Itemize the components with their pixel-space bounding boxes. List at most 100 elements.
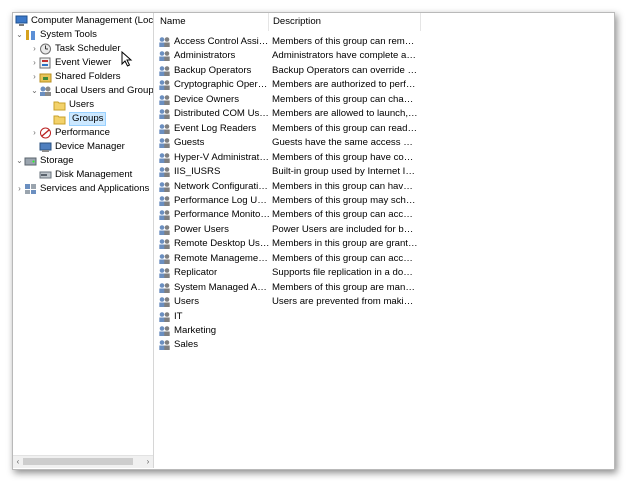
list-item[interactable]: Administrators Administrators have comple… bbox=[158, 49, 418, 63]
group-name: Device Owners bbox=[174, 93, 240, 105]
group-name: Access Control Assistance Operators bbox=[174, 36, 270, 47]
group-name-cell: Network Configuration Operators bbox=[158, 180, 270, 194]
tree-item-performance[interactable]: › Performance bbox=[30, 126, 110, 140]
group-name: Hyper-V Administrators bbox=[174, 151, 270, 163]
group-name: Performance Monitor Users bbox=[174, 209, 270, 221]
tree-item-groups[interactable]: Groups bbox=[53, 112, 107, 126]
computer-management-window: Computer Management (Local) ⌄ System Too… bbox=[12, 12, 615, 470]
chevron-right-icon[interactable]: › bbox=[30, 56, 39, 70]
group-icon bbox=[159, 196, 170, 206]
tools-icon bbox=[26, 30, 35, 40]
group-icon bbox=[159, 210, 170, 221]
mouse-cursor-icon bbox=[121, 51, 133, 67]
list-item[interactable]: Backup Operators Backup Operators can ove… bbox=[158, 64, 418, 78]
list-item[interactable]: System Managed Accounts GroupMembers of … bbox=[158, 281, 418, 295]
list-item[interactable]: Sales bbox=[158, 338, 418, 352]
group-name-cell: Hyper-V Administrators bbox=[158, 151, 270, 165]
list-item[interactable]: Replicator Supports file replication in a… bbox=[158, 266, 418, 280]
tree-label-disk-management: Disk Management bbox=[55, 169, 133, 180]
list-item[interactable]: Distributed COM Users Members are allowed… bbox=[158, 107, 418, 121]
group-name: Administrators bbox=[174, 50, 236, 62]
chevron-down-icon[interactable]: ⌄ bbox=[30, 84, 39, 98]
tree-label-event-viewer: Event Viewer bbox=[55, 57, 112, 68]
tree-item-system-tools[interactable]: ⌄ System Tools bbox=[15, 28, 97, 42]
tree-horizontal-scrollbar[interactable]: ‹ › bbox=[13, 455, 153, 468]
tree-item-storage[interactable]: ⌄ Storage bbox=[15, 154, 74, 168]
group-icon bbox=[159, 297, 170, 308]
tree-label-system-tools: System Tools bbox=[40, 29, 97, 40]
group-icon bbox=[159, 152, 170, 163]
list-item[interactable]: Event Log Readers Members of this group c… bbox=[158, 122, 418, 136]
folder-icon bbox=[53, 115, 66, 125]
group-name-cell: Replicator bbox=[158, 266, 270, 280]
tree-item-local-users-groups[interactable]: ⌄ Local Users and Groups bbox=[30, 84, 153, 98]
list-item[interactable]: Hyper-V Administrators Members of this gr… bbox=[158, 151, 418, 165]
tree-item-event-viewer[interactable]: › Event Viewer bbox=[30, 56, 111, 70]
group-name-cell: Users bbox=[158, 295, 270, 309]
chevron-right-icon[interactable]: › bbox=[30, 42, 39, 56]
chevron-right-icon[interactable]: › bbox=[15, 182, 24, 196]
scroll-left-icon[interactable]: ‹ bbox=[13, 456, 23, 468]
group-name: Guests bbox=[174, 137, 205, 149]
group-name-cell: Performance Monitor Users bbox=[158, 208, 270, 222]
list-item[interactable]: IIS_IUSRS Built-in group used by Internet… bbox=[158, 165, 418, 179]
tree-item-device-manager[interactable]: Device Manager bbox=[39, 140, 125, 154]
group-name: Network Configuration Operators bbox=[174, 180, 270, 192]
list-item[interactable]: Marketing bbox=[158, 324, 418, 338]
tree-label-services-apps: Services and Applications bbox=[40, 183, 150, 194]
list-item[interactable]: Access Control Assistance OperatorsMembe… bbox=[158, 35, 418, 49]
chevron-down-icon[interactable]: ⌄ bbox=[15, 28, 24, 42]
list-item[interactable]: Guests Guests have the same access as mem… bbox=[158, 136, 418, 150]
list-item[interactable]: Performance Monitor UsersMembers of this… bbox=[158, 208, 418, 222]
column-header-name[interactable]: Name bbox=[156, 13, 269, 31]
group-name: Event Log Readers bbox=[174, 122, 257, 134]
list-item[interactable]: Cryptographic Operators Members are autho… bbox=[158, 78, 418, 92]
group-name-cell: System Managed Accounts Group bbox=[158, 281, 270, 295]
chevron-right-icon[interactable]: › bbox=[30, 126, 39, 140]
tree-item-shared-folders[interactable]: › Shared Folders bbox=[30, 70, 121, 84]
storage-icon bbox=[24, 157, 37, 166]
tree-item-users[interactable]: Users bbox=[53, 98, 94, 112]
event-viewer-icon bbox=[39, 57, 51, 69]
group-description: Members are authorized to perform crypto… bbox=[272, 79, 418, 91]
scroll-thumb[interactable] bbox=[23, 458, 133, 465]
list-item[interactable]: Network Configuration OperatorsMembers i… bbox=[158, 180, 418, 194]
list-item[interactable]: Performance Log Users Members of this gro… bbox=[158, 194, 418, 208]
tree-label-shared-folders: Shared Folders bbox=[55, 71, 121, 82]
group-icon bbox=[159, 123, 170, 134]
group-description: Members are allowed to launch, activate … bbox=[272, 108, 418, 120]
tree-label-storage: Storage bbox=[40, 155, 74, 166]
chevron-down-icon[interactable]: ⌄ bbox=[15, 154, 24, 168]
group-name-cell: Marketing bbox=[158, 324, 270, 338]
tree-item-services-apps[interactable]: › Services and Applications bbox=[15, 182, 149, 196]
tree-item-task-scheduler[interactable]: › Task Scheduler bbox=[30, 42, 121, 56]
list-item[interactable]: Users Users are prevented from making acc… bbox=[158, 295, 418, 309]
group-icon bbox=[159, 51, 170, 62]
column-header-description[interactable]: Description bbox=[269, 13, 421, 31]
list-item[interactable]: Power Users Power Users are included for … bbox=[158, 223, 418, 237]
list-item[interactable]: Device Owners Members of this group can c… bbox=[158, 93, 418, 107]
group-icon bbox=[159, 282, 170, 293]
group-description: Members of this group may schedule loggi… bbox=[272, 194, 418, 206]
list-item[interactable]: Remote Management UsersMembers of this g… bbox=[158, 252, 418, 266]
group-name: Remote Desktop Users bbox=[174, 238, 270, 250]
tree-item-root[interactable]: Computer Management (Local) bbox=[15, 14, 153, 28]
users-groups-icon bbox=[40, 86, 51, 96]
list-item[interactable]: Remote Desktop Users Members in this grou… bbox=[158, 237, 418, 251]
chevron-right-icon[interactable]: › bbox=[30, 70, 39, 84]
group-icon bbox=[159, 109, 170, 120]
group-name-cell: Guests bbox=[158, 136, 270, 150]
scroll-right-icon[interactable]: › bbox=[143, 456, 153, 468]
group-name: Users bbox=[174, 296, 200, 308]
group-name: Distributed COM Users bbox=[174, 108, 270, 120]
tree-item-disk-management[interactable]: Disk Management bbox=[39, 168, 132, 182]
list-item[interactable]: IT bbox=[158, 310, 418, 324]
group-description: Members of this group can remotely query… bbox=[272, 36, 418, 47]
group-name: Sales bbox=[174, 339, 198, 351]
group-name-cell: Administrators bbox=[158, 49, 270, 63]
group-icon bbox=[159, 239, 170, 250]
group-description: Backup Operators can override security r… bbox=[272, 64, 418, 76]
tree-label-performance: Performance bbox=[55, 127, 110, 138]
groups-list-view: Name Description Access Control Assistan… bbox=[156, 13, 614, 468]
group-icon bbox=[159, 80, 170, 91]
